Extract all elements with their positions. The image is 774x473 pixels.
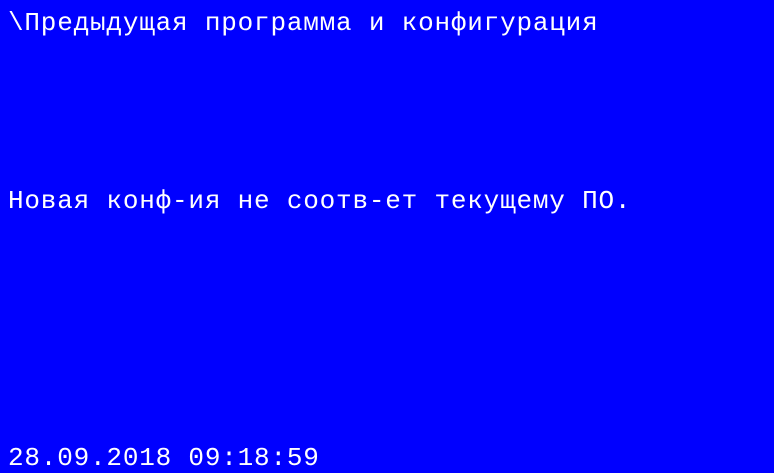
status-message: Новая конф-ия не соотв-ет текущему ПО. — [8, 186, 632, 216]
screen-title: \Предыдущая программа и конфигурация — [8, 8, 599, 38]
datetime-display: 28.09.2018 09:18:59 — [8, 443, 320, 473]
device-screen: \Предыдущая программа и конфигурация Нов… — [0, 0, 774, 473]
